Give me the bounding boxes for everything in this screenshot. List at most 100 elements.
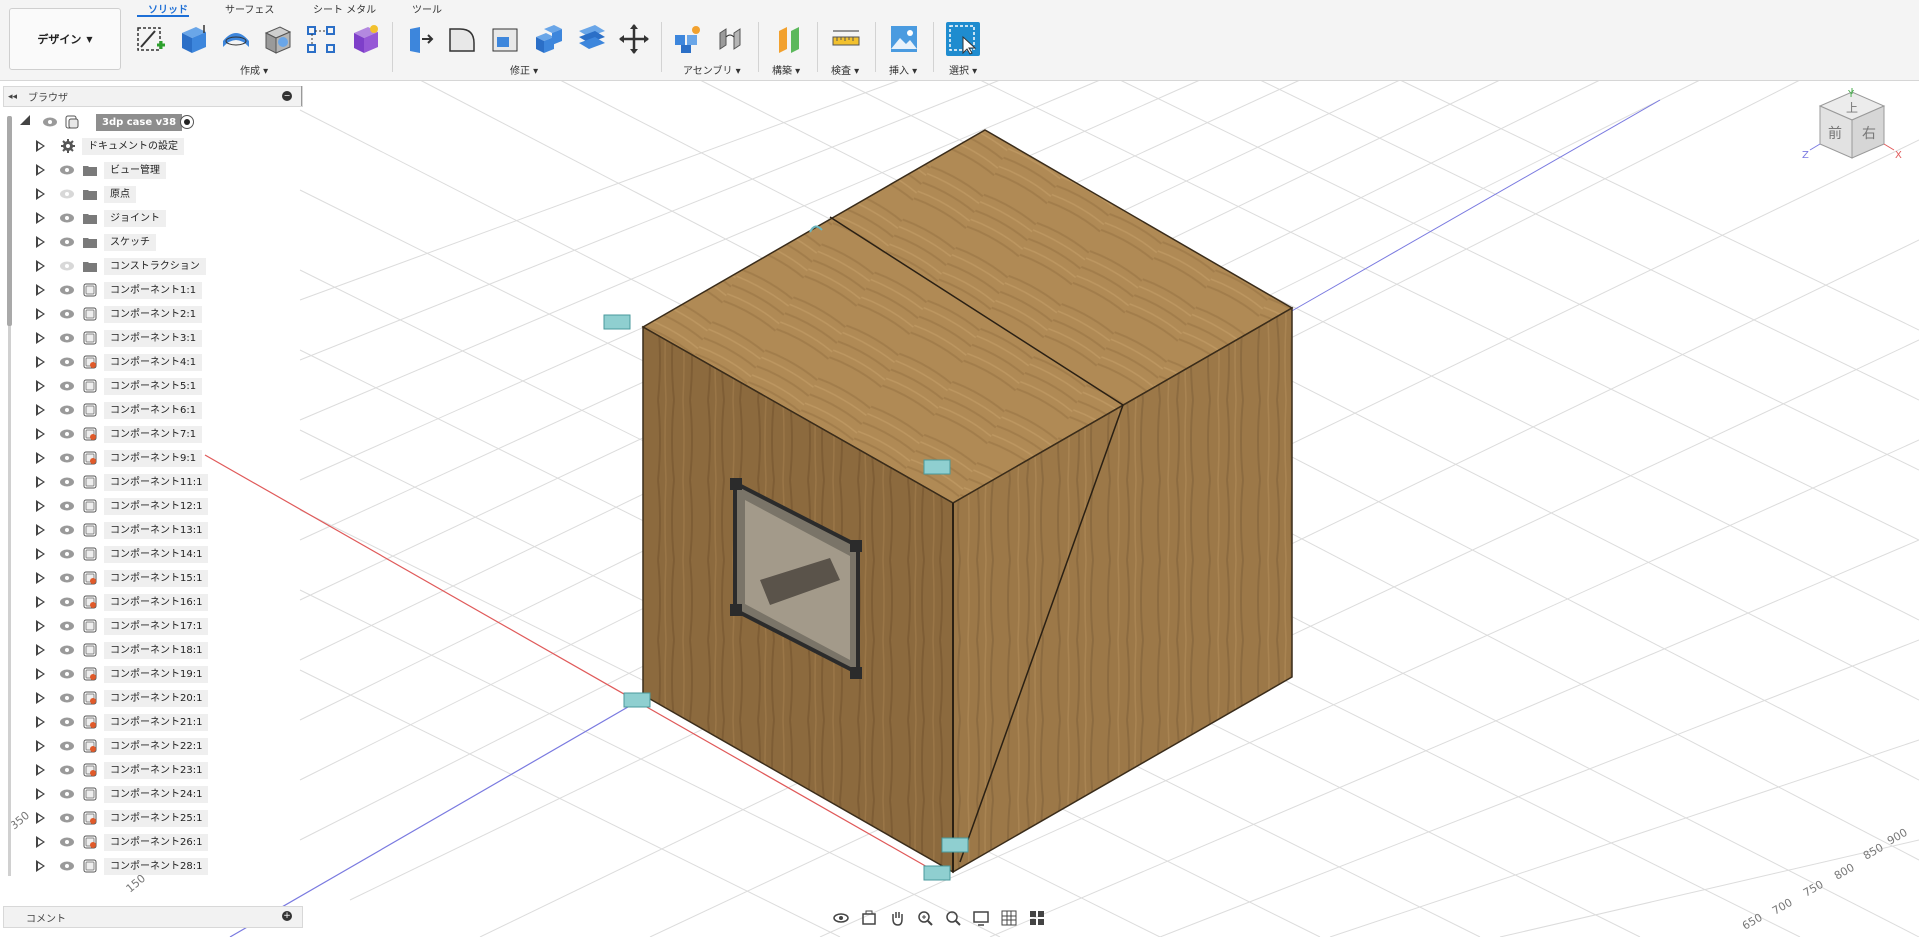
form-button[interactable] bbox=[347, 22, 381, 56]
insert-canvas-button[interactable] bbox=[887, 22, 921, 56]
visibility-eye-icon[interactable] bbox=[59, 476, 75, 488]
visibility-eye-icon[interactable] bbox=[59, 644, 75, 656]
browser-item[interactable]: コンポーネント12:1 bbox=[0, 495, 300, 517]
tab-sheet-metal[interactable]: シート メタル bbox=[313, 1, 376, 16]
expand-arrow-icon[interactable] bbox=[36, 452, 45, 464]
display-settings-button[interactable] bbox=[970, 908, 992, 928]
visibility-eye-icon[interactable] bbox=[42, 116, 58, 128]
create-group-label[interactable]: 作成 ▾ bbox=[240, 62, 268, 77]
visibility-eye-icon[interactable] bbox=[59, 812, 75, 824]
expand-arrow-icon[interactable] bbox=[36, 668, 45, 680]
browser-item[interactable]: コンポーネント17:1 bbox=[0, 615, 300, 637]
expand-arrow-icon[interactable] bbox=[36, 716, 45, 728]
visibility-eye-icon[interactable] bbox=[59, 740, 75, 752]
visibility-eye-icon[interactable] bbox=[59, 788, 75, 800]
visibility-eye-icon[interactable] bbox=[59, 572, 75, 584]
press-pull-button[interactable] bbox=[403, 22, 437, 56]
expand-arrow-icon[interactable] bbox=[36, 788, 45, 800]
look-at-button[interactable] bbox=[858, 908, 880, 928]
visibility-eye-icon[interactable] bbox=[59, 236, 75, 248]
orbit-button[interactable] bbox=[830, 908, 852, 928]
split-body-button[interactable] bbox=[574, 22, 608, 56]
modify-group-label[interactable]: 修正 ▾ bbox=[510, 62, 538, 77]
select-group-label[interactable]: 選択 ▾ bbox=[949, 62, 977, 77]
visibility-eye-icon[interactable] bbox=[59, 428, 75, 440]
expand-arrow-icon[interactable] bbox=[36, 740, 45, 752]
visibility-eye-icon[interactable] bbox=[59, 500, 75, 512]
expand-arrow-icon[interactable] bbox=[36, 524, 45, 536]
measure-button[interactable] bbox=[829, 22, 863, 56]
tab-surface[interactable]: サーフェス bbox=[225, 1, 274, 16]
browser-item[interactable]: コンポーネント1:1 bbox=[0, 279, 300, 301]
browser-item[interactable]: コンポーネント13:1 bbox=[0, 519, 300, 541]
shell-button[interactable] bbox=[261, 22, 295, 56]
assemble-group-label[interactable]: アセンブリ ▾ bbox=[683, 62, 741, 77]
joint-button[interactable] bbox=[713, 22, 747, 56]
browser-item[interactable]: ジョイント bbox=[0, 207, 300, 229]
browser-minimize-icon[interactable]: − bbox=[282, 91, 292, 101]
expand-arrow-icon[interactable] bbox=[36, 284, 45, 296]
new-component-button[interactable] bbox=[670, 22, 704, 56]
browser-item[interactable]: コンポーネント23:1 bbox=[0, 759, 300, 781]
select-button[interactable] bbox=[946, 22, 980, 56]
expand-arrow-icon[interactable] bbox=[36, 308, 45, 320]
root-expander-icon[interactable] bbox=[20, 115, 30, 125]
visibility-eye-icon[interactable] bbox=[59, 836, 75, 848]
collapse-arrows-icon[interactable]: ◂◂ bbox=[8, 92, 17, 102]
design-workspace-button[interactable]: デザイン ▼ bbox=[9, 8, 121, 70]
browser-root-row[interactable]: 3dp case v38 bbox=[0, 111, 300, 133]
browser-item[interactable]: コンポーネント3:1 bbox=[0, 327, 300, 349]
expand-arrow-icon[interactable] bbox=[36, 500, 45, 512]
viewports-button[interactable] bbox=[1026, 908, 1048, 928]
expand-arrow-icon[interactable] bbox=[36, 644, 45, 656]
visibility-eye-icon[interactable] bbox=[59, 692, 75, 704]
expand-arrow-icon[interactable] bbox=[36, 188, 45, 200]
view-cube[interactable]: 上 前 右 Y X Z bbox=[1800, 88, 1910, 198]
pattern-button[interactable] bbox=[304, 22, 338, 56]
browser-item[interactable]: コンストラクション bbox=[0, 255, 300, 277]
expand-arrow-icon[interactable] bbox=[36, 548, 45, 560]
visibility-eye-icon[interactable] bbox=[59, 764, 75, 776]
visibility-eye-icon[interactable] bbox=[59, 356, 75, 368]
pan-button[interactable] bbox=[886, 908, 908, 928]
activate-radio-icon[interactable] bbox=[180, 115, 194, 129]
grid-settings-button[interactable] bbox=[998, 908, 1020, 928]
visibility-eye-icon[interactable] bbox=[59, 860, 75, 872]
expand-arrow-icon[interactable] bbox=[36, 428, 45, 440]
browser-item[interactable]: コンポーネント22:1 bbox=[0, 735, 300, 757]
comments-panel[interactable]: コメント + bbox=[3, 906, 303, 928]
expand-arrow-icon[interactable] bbox=[36, 356, 45, 368]
visibility-eye-icon[interactable] bbox=[59, 668, 75, 680]
expand-arrow-icon[interactable] bbox=[36, 140, 45, 152]
expand-arrow-icon[interactable] bbox=[36, 476, 45, 488]
fit-button[interactable] bbox=[942, 908, 964, 928]
combine-button[interactable] bbox=[531, 22, 565, 56]
expand-arrow-icon[interactable] bbox=[36, 860, 45, 872]
fillet-button[interactable] bbox=[445, 22, 479, 56]
browser-item[interactable]: スケッチ bbox=[0, 231, 300, 253]
offset-plane-button[interactable] bbox=[772, 22, 806, 56]
browser-item[interactable]: 原点 bbox=[0, 183, 300, 205]
expand-arrow-icon[interactable] bbox=[36, 212, 45, 224]
visibility-eye-icon[interactable] bbox=[59, 284, 75, 296]
insert-group-label[interactable]: 挿入 ▾ bbox=[889, 62, 917, 77]
browser-resize-handle[interactable] bbox=[301, 86, 305, 106]
expand-arrow-icon[interactable] bbox=[36, 596, 45, 608]
browser-item[interactable]: コンポーネント4:1 bbox=[0, 351, 300, 373]
expand-arrow-icon[interactable] bbox=[36, 620, 45, 632]
browser-item[interactable]: コンポーネント25:1 bbox=[0, 807, 300, 829]
tab-tools[interactable]: ツール bbox=[412, 1, 442, 16]
browser-item[interactable]: コンポーネント6:1 bbox=[0, 399, 300, 421]
visibility-eye-icon[interactable] bbox=[59, 164, 75, 176]
expand-arrow-icon[interactable] bbox=[36, 572, 45, 584]
expand-arrow-icon[interactable] bbox=[36, 404, 45, 416]
visibility-eye-icon[interactable] bbox=[59, 452, 75, 464]
browser-item[interactable]: ドキュメントの設定 bbox=[0, 135, 300, 157]
browser-item[interactable]: コンポーネント9:1 bbox=[0, 447, 300, 469]
visibility-eye-icon[interactable] bbox=[59, 380, 75, 392]
visibility-eye-icon[interactable] bbox=[59, 188, 75, 200]
browser-item[interactable]: コンポーネント14:1 bbox=[0, 543, 300, 565]
browser-item[interactable]: コンポーネント11:1 bbox=[0, 471, 300, 493]
visibility-eye-icon[interactable] bbox=[59, 308, 75, 320]
construct-group-label[interactable]: 構築 ▾ bbox=[772, 62, 800, 77]
